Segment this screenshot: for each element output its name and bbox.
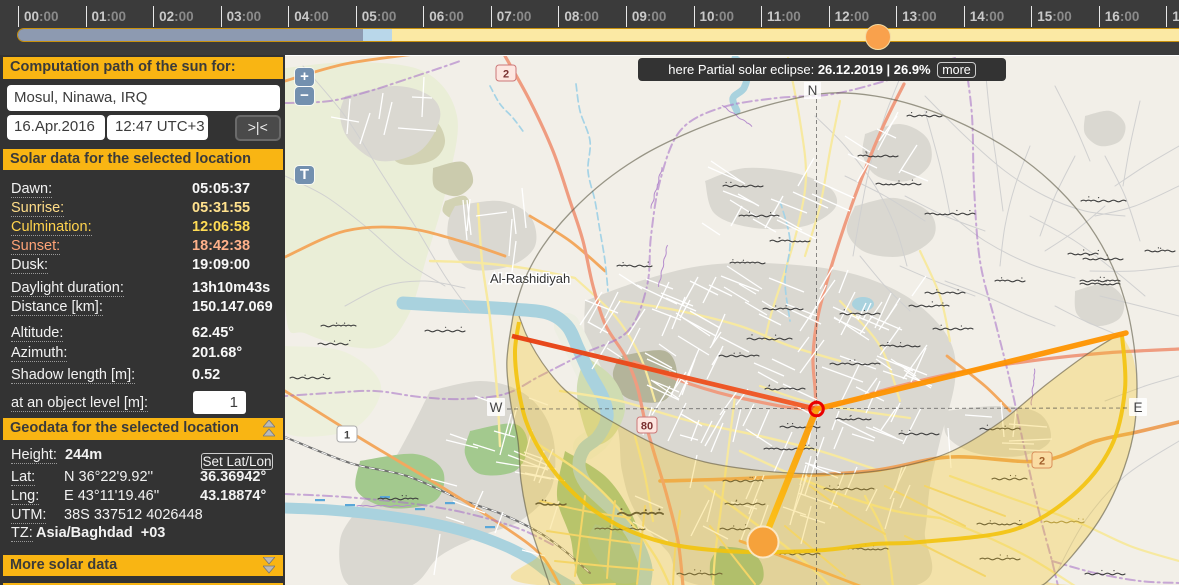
svg-text:N: N — [808, 83, 818, 98]
svg-text:E: E — [1133, 400, 1142, 415]
svg-text:2: 2 — [503, 69, 509, 81]
svg-text:W: W — [490, 400, 503, 415]
svg-text:Al-Rashidiyah: Al-Rashidiyah — [490, 271, 570, 286]
svg-text:80: 80 — [641, 421, 653, 433]
svg-text:1: 1 — [344, 430, 350, 442]
